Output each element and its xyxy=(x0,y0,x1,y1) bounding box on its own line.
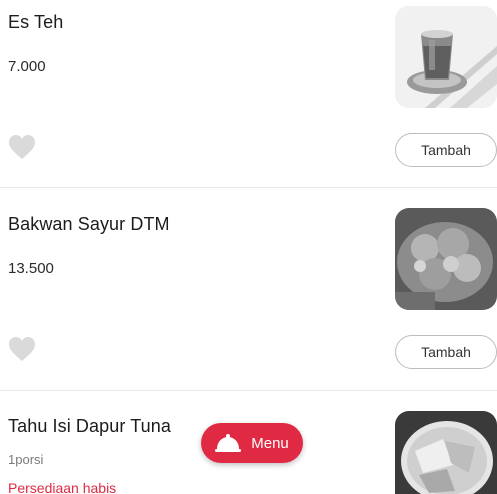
item-photo[interactable] xyxy=(395,411,497,494)
favorite-heart-icon[interactable] xyxy=(8,336,36,362)
item-photo[interactable] xyxy=(395,6,497,108)
item-price: 13.500 xyxy=(8,260,54,277)
menu-item-es-teh[interactable]: Es Teh 7.000 Tambah xyxy=(0,0,497,188)
add-button[interactable]: Tambah xyxy=(395,335,497,369)
cloche-icon xyxy=(215,434,242,452)
item-portion-note: 1porsi xyxy=(8,452,44,467)
add-button[interactable]: Tambah xyxy=(395,133,497,167)
item-name: Tahu Isi Dapur Tuna xyxy=(8,416,171,436)
vegetable-fritter-photo-icon xyxy=(395,208,497,310)
iced-tea-photo-icon xyxy=(395,6,497,108)
item-price: 7.000 xyxy=(8,58,46,75)
favorite-heart-icon[interactable] xyxy=(8,134,36,160)
item-name: Es Teh xyxy=(8,12,64,32)
stuffed-tofu-photo-icon xyxy=(395,411,497,494)
menu-button[interactable]: Menu xyxy=(201,423,303,463)
item-name: Bakwan Sayur DTM xyxy=(8,214,170,234)
item-photo[interactable] xyxy=(395,208,497,310)
menu-item-bakwan-sayur[interactable]: Bakwan Sayur DTM 13.500 Tambah xyxy=(0,188,497,391)
stock-status: Persediaan habis xyxy=(8,480,117,494)
menu-button-label: Menu xyxy=(251,434,289,452)
